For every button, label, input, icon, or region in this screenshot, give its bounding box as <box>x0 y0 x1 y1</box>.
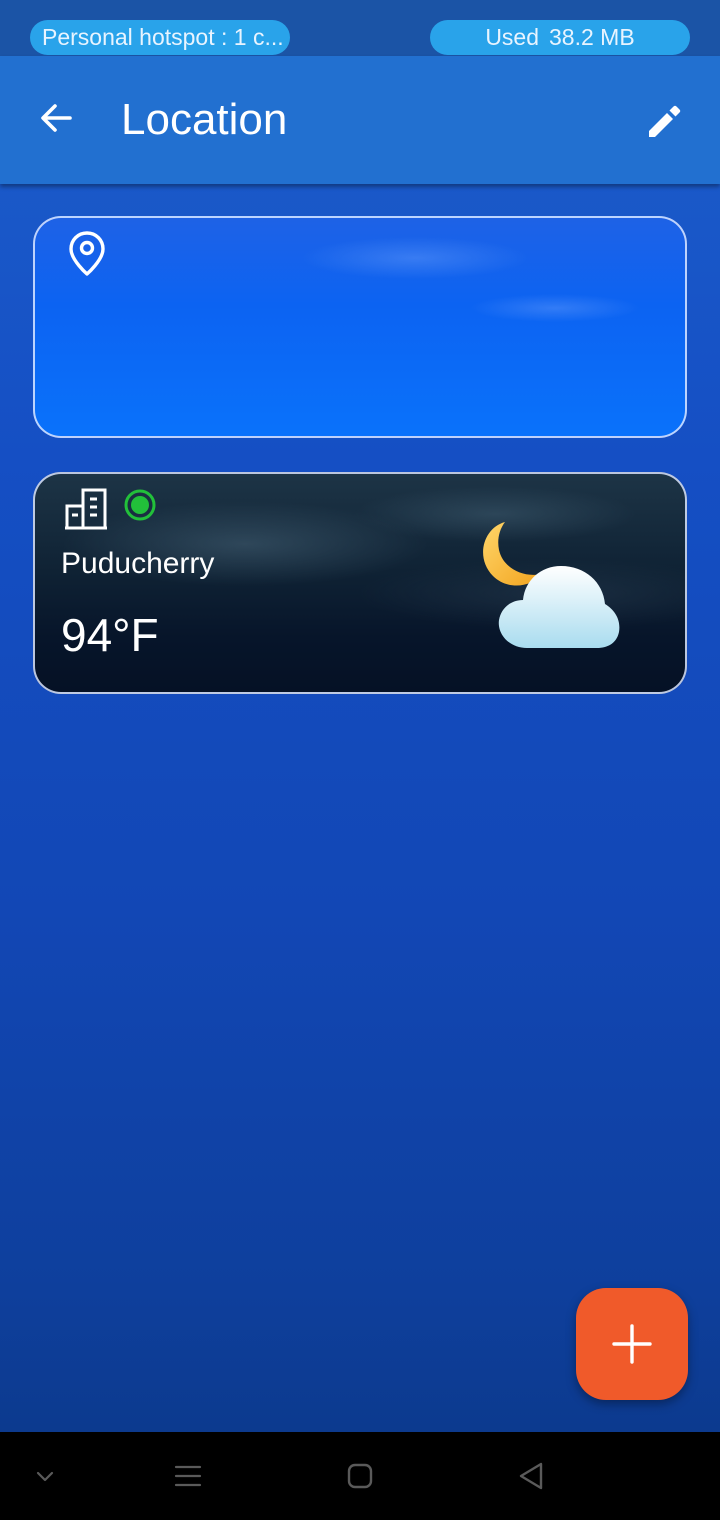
home-icon <box>347 1463 373 1489</box>
pencil-icon <box>649 105 681 137</box>
current-location-card[interactable] <box>33 216 687 438</box>
city-weather-card[interactable]: Puducherry 94°F <box>33 472 687 694</box>
status-bar: Personal hotspot : 1 c... Used 38.2 MB <box>0 0 720 56</box>
nav-collapse-button[interactable] <box>21 1452 69 1500</box>
partly-cloudy-night-icon <box>483 522 620 648</box>
back-triangle-icon <box>519 1462 543 1490</box>
back-button[interactable] <box>30 92 82 144</box>
data-usage-pill[interactable]: Used 38.2 MB <box>430 20 690 55</box>
nav-home-button[interactable] <box>336 1452 384 1500</box>
system-nav-bar <box>0 1432 720 1520</box>
building-icon <box>65 488 107 530</box>
map-pin-icon <box>69 231 105 276</box>
temperature: 94°F <box>61 609 159 661</box>
hotspot-label: Personal hotspot : 1 c... <box>42 24 284 50</box>
add-location-button[interactable] <box>576 1288 688 1400</box>
city-name: Puducherry <box>61 547 215 580</box>
current-location-dot <box>124 489 156 521</box>
used-value: 38.2 MB <box>549 24 635 50</box>
arrow-left-icon <box>41 104 72 132</box>
used-label: Used <box>485 24 540 50</box>
edit-button[interactable] <box>638 96 690 148</box>
plus-icon <box>612 1324 652 1364</box>
nav-back-button[interactable] <box>507 1452 555 1500</box>
menu-icon <box>174 1465 202 1487</box>
nav-menu-button[interactable] <box>164 1452 212 1500</box>
hotspot-pill[interactable]: Personal hotspot : 1 c... <box>30 20 290 55</box>
page-title: Location <box>121 95 288 144</box>
chevron-down-icon <box>36 1471 54 1482</box>
app-bar: Location <box>0 56 720 184</box>
